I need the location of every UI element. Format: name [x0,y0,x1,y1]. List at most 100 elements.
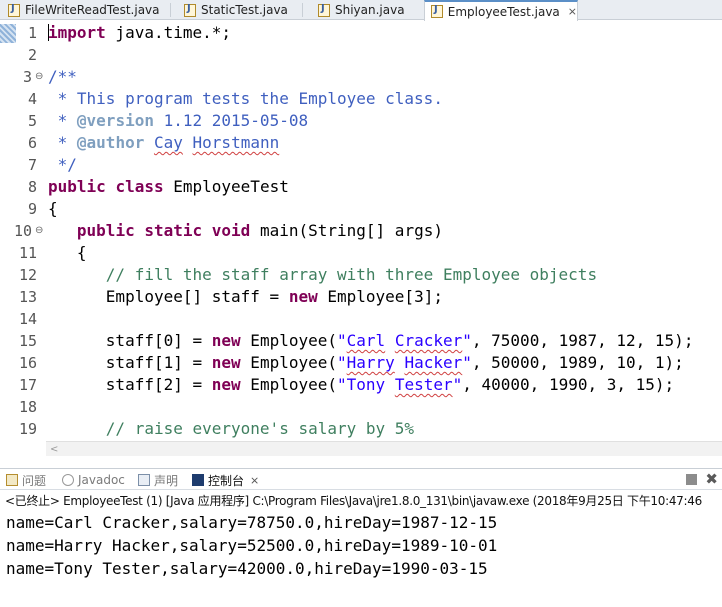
fold-collapse-icon[interactable]: ⊖ [35,66,43,88]
code-line: * @version 1.12 2015-05-08 [48,110,693,132]
line-number: 13 [18,288,37,306]
fold-collapse-icon[interactable]: ⊖ [35,220,43,242]
line-number: 11 [18,244,37,262]
javadoc-tag: @author [76,133,145,152]
code-line: * @author Cay Horstmann [48,132,693,154]
code-text: Employee[] staff = [48,287,289,306]
line-number: 10 [13,222,32,240]
code-line: staff[1] = new Employee("Harry Hacker", … [48,352,693,374]
code-line: Employee[] staff = new Employee[3]; [48,286,693,308]
line-number-gutter: 1 2 3 ⊖ 4 5 6 7 8 9 10 ⊖ 11 12 13 14 15 … [0,21,46,441]
javadoc-text: * [48,133,77,152]
tab-statictest[interactable]: StaticTest.java [178,0,288,20]
console-output-line: name=Carl Cracker,salary=78750.0,hireDay… [6,513,498,532]
string-literal [385,375,395,394]
horizontal-scrollbar[interactable]: < [46,441,722,456]
line-number: 14 [18,310,37,328]
string-literal: " [452,375,463,394]
line-number: 16 [18,354,37,372]
tab-console[interactable]: 控制台 ⨯ [192,469,259,491]
code-line: public static void main(String[] args) [48,220,693,242]
line-number: 5 [27,112,37,130]
code-text: main(String[] args) [250,221,443,240]
code-editor[interactable]: 1 2 3 ⊖ 4 5 6 7 8 9 10 ⊖ 11 12 13 14 15 … [0,21,722,456]
code-line: import java.time.*; [48,22,693,44]
console-output-line: name=Tony Tester,salary=42000.0,hireDay=… [6,559,488,578]
line-number: 7 [27,156,37,174]
keyword: new [288,287,318,306]
tab-declaration[interactable]: 声明 [138,469,178,491]
console-toolbar: ✖ [686,472,718,487]
line-number: 18 [18,398,37,416]
string-literal [385,331,395,350]
code-line: // raise everyone's salary by 5% [48,419,415,438]
code-text: EmployeeTest [163,177,289,196]
javadoc-text [183,133,193,152]
keyword: new [211,331,241,350]
string-literal: Tester [394,375,453,394]
keyword: public [48,177,106,196]
terminate-icon[interactable] [686,473,698,485]
code-line: // fill the staff array with three Emplo… [48,265,598,284]
spellcheck-word: Cay [153,133,183,152]
tab-label: EmployeeTest.java [447,4,560,19]
close-icon[interactable]: ⨯ [568,5,577,18]
code-text: staff[0] = [48,331,212,350]
string-literal: " [337,375,347,394]
code-lines[interactable]: import java.time.*; /** * This program t… [48,22,693,440]
tab-employeetest[interactable]: EmployeeTest.java ⨯ [424,0,578,21]
java-file-icon [184,3,196,17]
string-literal: " [462,331,472,350]
string-literal: " [337,331,347,350]
javadoc-text: * [48,111,77,130]
code-line: /** [48,67,77,86]
tab-divider [302,3,303,17]
console-output[interactable]: name=Carl Cracker,salary=78750.0,hireDay… [0,511,722,607]
tab-label: 控制台 [208,473,245,488]
line-number: 17 [18,376,37,394]
keyword: import [48,23,106,42]
code-text: staff[1] = [48,353,212,372]
tab-shiyan[interactable]: Shiyan.java [312,0,405,20]
tab-label: 问题 [22,473,47,488]
remove-launch-icon[interactable]: ✖ [705,472,718,487]
string-literal: " [462,353,472,372]
scroll-left-icon[interactable]: < [50,442,58,457]
tab-label: FileWriteReadTest.java [25,3,160,17]
line-number: 6 [27,134,37,152]
code-text: Employee( [240,375,337,394]
tab-filewritereadtest[interactable]: FileWriteReadTest.java [2,0,160,20]
line-number: 12 [18,266,37,284]
line-number: 2 [27,46,37,64]
line-number: 15 [18,332,37,350]
spellcheck-word: Horstmann [192,133,280,152]
code-line: staff[0] = new Employee("Carl Cracker", … [48,330,694,352]
line-number: 4 [27,90,37,108]
string-literal: Cracker [394,331,463,350]
tab-label: StaticTest.java [201,3,288,17]
string-literal: " [337,353,347,372]
string-literal: Carl [346,331,386,350]
string-literal: Hacker [404,353,463,372]
string-literal: Harry [346,353,395,372]
tab-label: Shiyan.java [335,3,405,17]
java-file-icon [8,3,20,17]
code-text: , 40000, 1990, 3, 15); [462,375,675,394]
keyword: new [211,353,241,372]
problems-icon [6,474,18,486]
javadoc-tag: @version [76,111,154,130]
keyword: void [211,221,251,240]
java-file-icon [431,4,443,18]
close-icon[interactable]: ⨯ [250,474,259,487]
code-line: staff[2] = new Employee("Tony Tester", 4… [48,374,693,396]
editor-tab-bar: FileWriteReadTest.java StaticTest.java S… [0,0,722,21]
line-number: 9 [27,200,37,218]
string-literal: Tony [346,375,386,394]
keyword: public [76,221,135,240]
tab-javadoc[interactable]: Javadoc [62,469,125,491]
tab-problems[interactable]: 问题 [6,469,46,491]
